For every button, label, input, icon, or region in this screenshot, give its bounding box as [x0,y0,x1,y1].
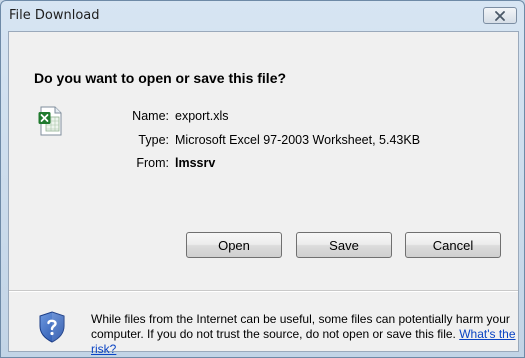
file-type-row: Type: Microsoft Excel 97-2003 Worksheet, … [69,133,420,147]
window-title: File Download [9,8,100,23]
file-name-value: export.xls [175,109,229,123]
file-type-value: Microsoft Excel 97-2003 Worksheet, 5.43K… [175,133,421,147]
file-name-label: Name: [132,109,169,123]
file-type-label: Type: [138,133,169,147]
save-button[interactable]: Save [296,232,392,258]
dialog-content: Do you want to open or save this file? N… [8,31,519,356]
file-download-dialog: File Download Do you want to open or sav… [0,0,525,358]
file-name-row: Name: export.xls [69,109,229,123]
divider [9,290,518,292]
file-source-row: From: lmssrv [69,156,215,170]
security-warning: While files from the Internet can be use… [91,312,519,357]
warning-text: While files from the Internet can be use… [91,312,510,341]
close-button[interactable] [483,7,517,24]
close-icon [495,10,505,21]
excel-file-icon [38,106,62,136]
title-bar[interactable]: File Download [1,1,524,31]
dialog-question: Do you want to open or save this file? [34,70,287,86]
open-button[interactable]: Open [186,232,282,258]
cancel-button[interactable]: Cancel [405,232,501,258]
security-shield-icon [39,311,65,343]
file-source-value: lmssrv [175,156,216,170]
file-source-label: From: [136,156,169,170]
